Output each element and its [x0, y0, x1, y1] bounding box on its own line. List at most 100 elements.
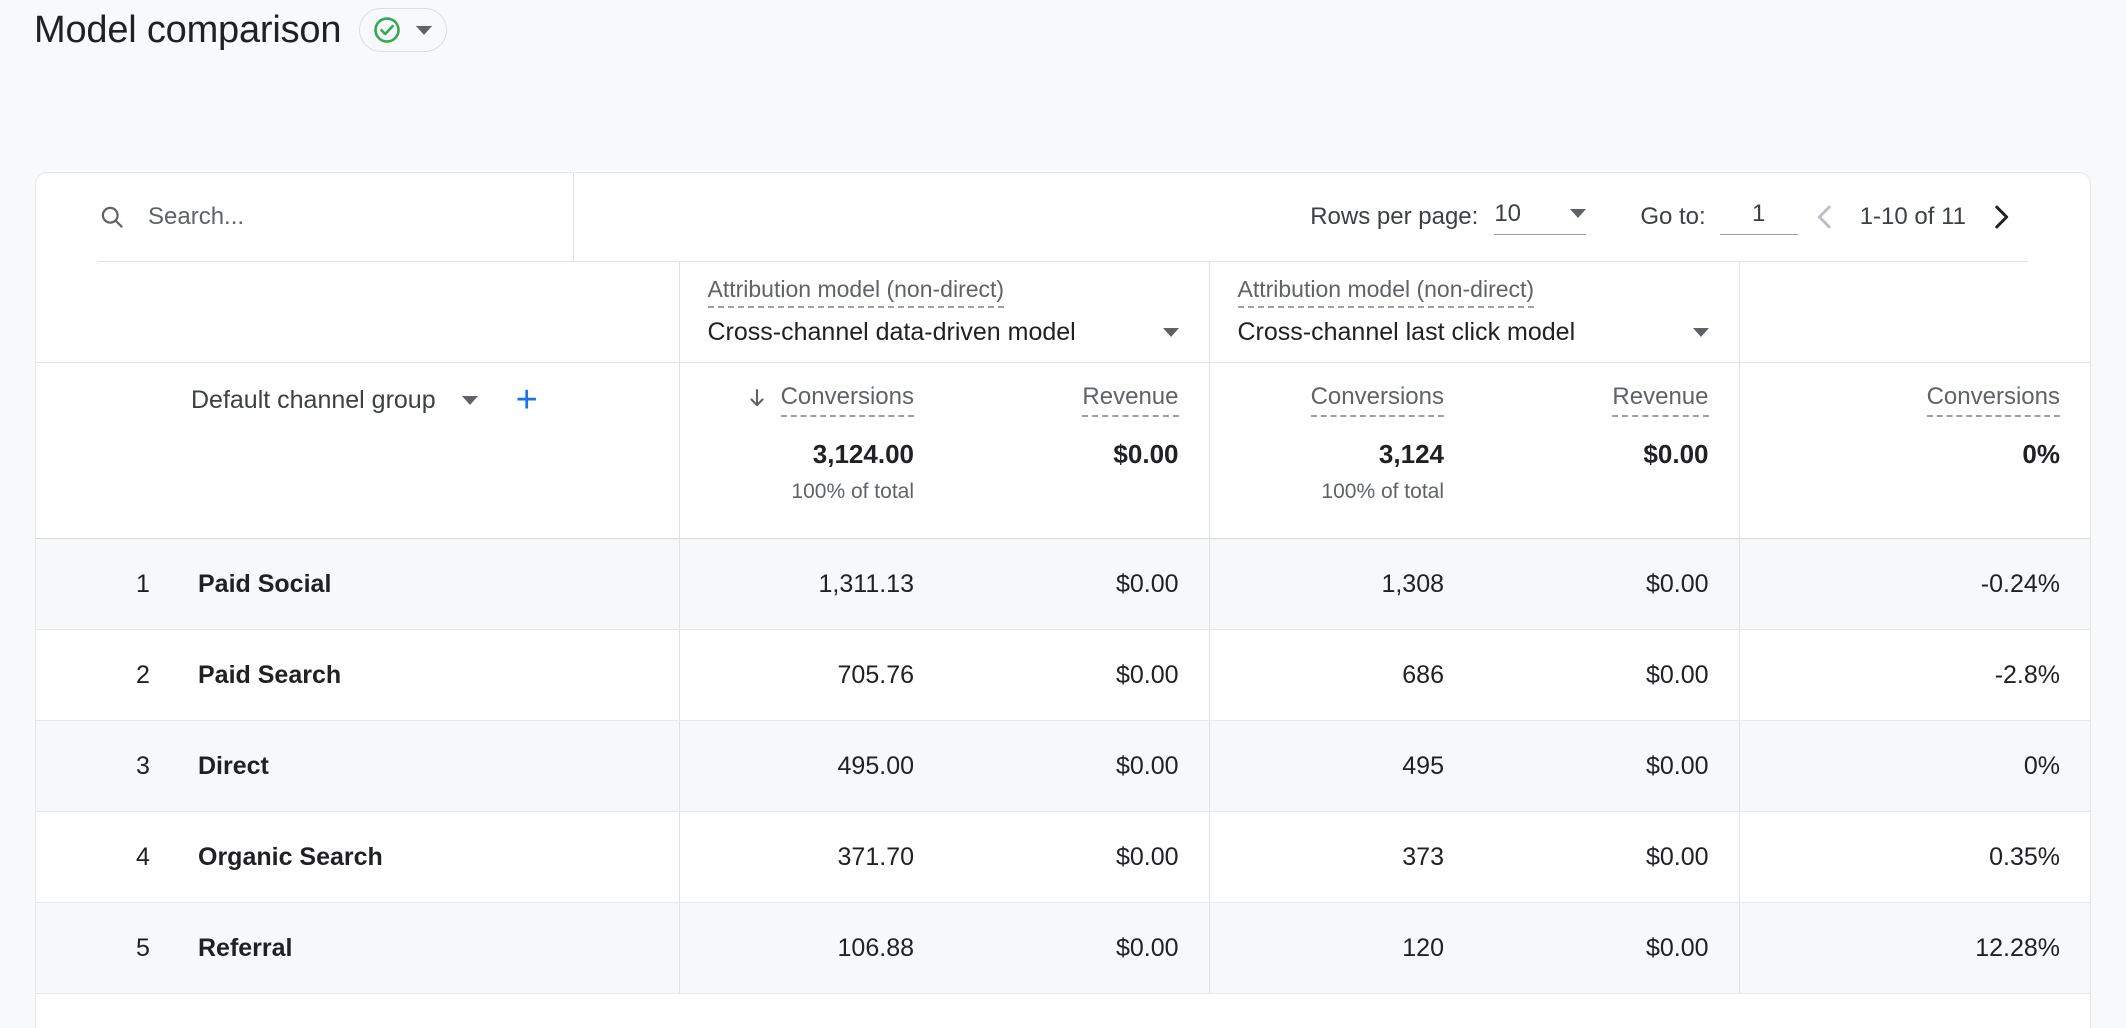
m2-conversions-header-cell: Conversions 3,124 100% of total — [1209, 363, 1474, 539]
dimension-selector-cell: Default channel group + — [36, 363, 679, 539]
row-index: 4 — [136, 843, 198, 872]
model-comparison-report: Model comparison Rows per page: — [0, 0, 2126, 1028]
model-name-1: Cross-channel data-driven model — [708, 318, 1076, 347]
arrow-down-icon[interactable] — [745, 386, 769, 410]
check-circle-icon — [372, 15, 402, 45]
caret-down-icon — [1570, 209, 1586, 218]
add-dimension-button[interactable]: + — [516, 381, 538, 419]
page-header: Model comparison — [34, 8, 447, 52]
attribution-model-label-1[interactable]: Attribution model (non-direct) — [708, 277, 1005, 308]
rows-per-page-select[interactable]: 10 — [1494, 200, 1586, 235]
row-dimension-cell: 2 Paid Search — [36, 630, 679, 721]
row-index: 2 — [136, 661, 198, 690]
cell-cmp-conversions: 12.28% — [1739, 903, 2090, 994]
caret-down-icon — [462, 396, 478, 405]
toolbar-divider — [573, 173, 574, 261]
dimension-select[interactable]: Default channel group — [191, 386, 478, 415]
cell-m2-conversions: 495 — [1209, 721, 1474, 812]
cell-m1-revenue: $0.00 — [944, 539, 1209, 630]
row-name: Organic Search — [198, 843, 383, 872]
cmp-conversions-header[interactable]: Conversions — [1927, 383, 2060, 417]
comparison-group — [1739, 262, 2090, 363]
search-icon — [98, 203, 126, 231]
row-index: 5 — [136, 934, 198, 963]
goto-field[interactable] — [1720, 200, 1798, 235]
pagination-controls: Rows per page: 10 Go to: 1-10 of 11 — [1310, 173, 2028, 261]
table-row[interactable]: 4 Organic Search 371.70 $0.00 373 $0.00 … — [36, 812, 2090, 903]
cell-m2-conversions: 1,308 — [1209, 539, 1474, 630]
search-input[interactable] — [148, 203, 478, 231]
rows-per-page-value: 10 — [1494, 200, 1521, 228]
m2-conversions-header[interactable]: Conversions — [1311, 383, 1444, 417]
m2-revenue-header[interactable]: Revenue — [1612, 383, 1708, 417]
m2-conversions-total-sub: 100% of total — [1210, 470, 1475, 504]
row-name: Referral — [198, 934, 293, 963]
cell-m1-conversions: 705.76 — [679, 630, 944, 721]
model-select-1[interactable]: Cross-channel data-driven model — [708, 318, 1179, 347]
comparison-table: Attribution model (non-direct) Cross-cha… — [36, 262, 2090, 994]
rows-per-page-label: Rows per page: — [1310, 203, 1478, 231]
model-select-2[interactable]: Cross-channel last click model — [1238, 318, 1709, 347]
cell-m1-revenue: $0.00 — [944, 903, 1209, 994]
table-toolbar: Rows per page: 10 Go to: 1-10 of 11 — [98, 173, 2028, 262]
row-index: 3 — [136, 752, 198, 781]
model-group-header-row: Attribution model (non-direct) Cross-cha… — [36, 262, 2090, 363]
cell-m2-revenue: $0.00 — [1474, 812, 1739, 903]
group-header-spacer — [36, 262, 679, 363]
cell-cmp-conversions: -2.8% — [1739, 630, 2090, 721]
caret-down-icon — [1163, 328, 1179, 337]
cell-cmp-conversions: -0.24% — [1739, 539, 2090, 630]
m1-revenue-header-cell: Revenue $0.00 — [944, 363, 1209, 539]
search-box[interactable] — [98, 173, 573, 261]
chevron-left-icon[interactable] — [1808, 200, 1842, 234]
cmp-conversions-total: 0% — [1740, 415, 2091, 470]
chevron-down-icon — [416, 26, 432, 35]
m2-revenue-header-cell: Revenue $0.00 — [1474, 363, 1739, 539]
cell-m2-conversions: 120 — [1209, 903, 1474, 994]
row-name: Paid Search — [198, 661, 341, 690]
report-card: Rows per page: 10 Go to: 1-10 of 11 — [35, 172, 2091, 1028]
table-row[interactable]: 1 Paid Social 1,311.13 $0.00 1,308 $0.00… — [36, 539, 2090, 630]
m1-revenue-header[interactable]: Revenue — [1082, 383, 1178, 417]
caret-down-icon — [1693, 328, 1709, 337]
m1-conversions-header-cell: Conversions 3,124.00 100% of total — [679, 363, 944, 539]
cell-m1-conversions: 371.70 — [679, 812, 944, 903]
pagination-range: 1-10 of 11 — [1860, 203, 1966, 231]
metric-header-row: Default channel group + Conversions — [36, 363, 2090, 539]
cell-m1-revenue: $0.00 — [944, 630, 1209, 721]
cell-m1-conversions: 1,311.13 — [679, 539, 944, 630]
cell-m1-revenue: $0.00 — [944, 812, 1209, 903]
model-group-2: Attribution model (non-direct) Cross-cha… — [1209, 262, 1739, 363]
goto-input[interactable] — [1720, 200, 1798, 228]
m2-conversions-total: 3,124 — [1210, 415, 1475, 470]
row-dimension-cell: 3 Direct — [36, 721, 679, 812]
row-index: 1 — [136, 570, 198, 599]
m1-conversions-header[interactable]: Conversions — [781, 383, 914, 417]
cell-cmp-conversions: 0.35% — [1739, 812, 2090, 903]
dimension-label: Default channel group — [191, 386, 436, 415]
table-row[interactable]: 2 Paid Search 705.76 $0.00 686 $0.00 -2.… — [36, 630, 2090, 721]
attribution-model-label-2[interactable]: Attribution model (non-direct) — [1238, 277, 1535, 308]
table-row[interactable]: 5 Referral 106.88 $0.00 120 $0.00 12.28% — [36, 903, 2090, 994]
cell-m1-conversions: 495.00 — [679, 721, 944, 812]
row-dimension-cell: 4 Organic Search — [36, 812, 679, 903]
row-name: Paid Social — [198, 570, 331, 599]
report-status-button[interactable] — [359, 8, 447, 52]
cell-m2-conversions: 373 — [1209, 812, 1474, 903]
cell-cmp-conversions: 0% — [1739, 721, 2090, 812]
cell-m2-conversions: 686 — [1209, 630, 1474, 721]
cell-m2-revenue: $0.00 — [1474, 903, 1739, 994]
m1-conversions-total: 3,124.00 — [680, 415, 945, 470]
cmp-conversions-header-cell: Conversions 0% — [1739, 363, 2090, 539]
chevron-right-icon[interactable] — [1984, 200, 2018, 234]
m2-revenue-total: $0.00 — [1474, 415, 1739, 470]
row-dimension-cell: 1 Paid Social — [36, 539, 679, 630]
m1-conversions-total-sub: 100% of total — [680, 470, 945, 504]
model-name-2: Cross-channel last click model — [1238, 318, 1576, 347]
cell-m2-revenue: $0.00 — [1474, 721, 1739, 812]
m1-revenue-total: $0.00 — [944, 415, 1209, 470]
cell-m1-revenue: $0.00 — [944, 721, 1209, 812]
table-row[interactable]: 3 Direct 495.00 $0.00 495 $0.00 0% — [36, 721, 2090, 812]
cell-m2-revenue: $0.00 — [1474, 539, 1739, 630]
row-name: Direct — [198, 752, 269, 781]
